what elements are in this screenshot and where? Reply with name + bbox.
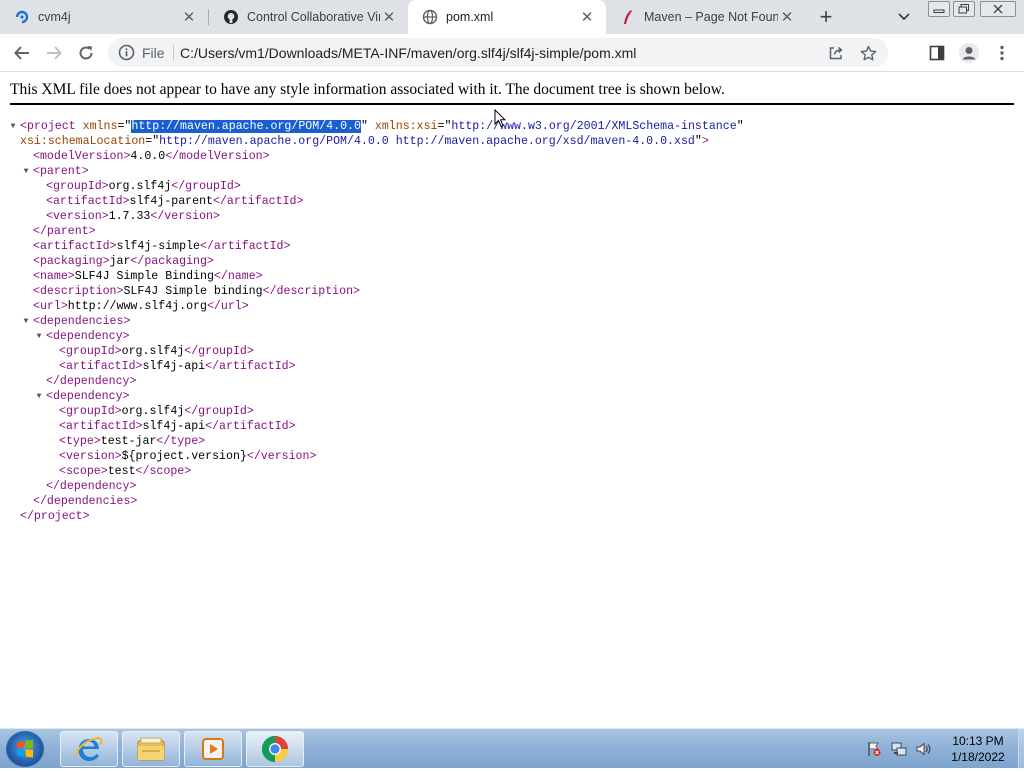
page-content: This XML file does not appear to have an… (0, 72, 1024, 728)
chrome-icon (261, 735, 289, 763)
tab-pom-xml[interactable]: pom.xml ✕ (408, 0, 606, 34)
xml-line: <dependency> (46, 390, 130, 403)
xml-line: <artifactId>slf4j-simple</artifactId> (33, 240, 291, 253)
network-icon[interactable] (891, 741, 907, 757)
collapse-triangle-icon[interactable]: ▼ (34, 329, 44, 344)
xml-line: <modelVersion>4.0.0</modelVersion> (33, 150, 270, 163)
mouse-cursor-icon (494, 109, 506, 128)
clock-date: 1/18/2022 (951, 750, 1005, 764)
tab-title: Maven – Page Not Found (644, 10, 778, 24)
xml-line: </dependency> (46, 480, 137, 493)
tab-cvm4j[interactable]: cvm4j ✕ (0, 0, 208, 34)
address-bar[interactable]: File C:/Users/vm1/Downloads/META-INF/mav… (108, 38, 888, 67)
more-menu-icon[interactable] (989, 40, 1015, 66)
xml-line: xsi:schemaLocation="http://maven.apache.… (20, 135, 709, 148)
xml-line: </parent> (33, 225, 96, 238)
xml-line: <groupId>org.slf4j</groupId> (59, 405, 254, 418)
profile-avatar-icon[interactable] (956, 40, 982, 66)
share-icon[interactable] (826, 43, 846, 63)
taskbar-file-explorer[interactable] (122, 731, 180, 767)
globe-favicon-icon (422, 9, 438, 25)
xml-line: <scope>test</scope> (59, 465, 192, 478)
xml-line: <groupId>org.slf4j</groupId> (46, 180, 241, 193)
side-panel-icon[interactable] (924, 40, 950, 66)
tab-strip: cvm4j ✕ Control Collaborative Vir ✕ pom.… (0, 0, 1024, 34)
scheme-label: File (142, 45, 165, 61)
restore-icon[interactable] (953, 1, 975, 17)
close-icon[interactable]: ✕ (180, 8, 198, 26)
show-desktop-button[interactable] (1018, 729, 1024, 769)
system-clock[interactable]: 10:13 PM 1/18/2022 (936, 733, 1020, 765)
start-button[interactable] (6, 731, 44, 767)
xml-line: </dependencies> (33, 495, 138, 508)
xml-line: <parent> (33, 165, 89, 178)
xml-line: <dependencies> (33, 315, 131, 328)
xml-line: <dependency> (46, 330, 130, 343)
xml-style-notice: This XML file does not appear to have an… (10, 81, 725, 98)
tab-title: pom.xml (446, 10, 494, 24)
collapse-triangle-icon[interactable]: ▼ (21, 314, 31, 329)
reload-icon[interactable] (73, 40, 99, 66)
divider (173, 45, 174, 61)
maven-feather-icon (620, 9, 636, 25)
xml-line: <packaging>jar</packaging> (33, 255, 214, 268)
xml-line: <url>http://www.slf4j.org</url> (33, 300, 249, 313)
tab-control-collaborative[interactable]: Control Collaborative Vir ✕ (209, 0, 408, 34)
action-center-flag-icon[interactable] (866, 741, 882, 757)
minimize-icon[interactable] (928, 1, 950, 17)
file-explorer-icon (137, 737, 165, 761)
close-icon[interactable]: ✕ (380, 8, 398, 26)
xml-line: <artifactId>slf4j-api</artifactId> (59, 420, 296, 433)
collapse-triangle-icon[interactable]: ▼ (8, 119, 18, 134)
tab-maven-not-found[interactable]: Maven – Page Not Found ✕ (606, 0, 806, 34)
xml-line: </dependency> (46, 375, 137, 388)
close-window-icon[interactable] (980, 1, 1016, 17)
info-icon[interactable] (118, 44, 135, 61)
xml-line: <description>SLF4J Simple binding</descr… (33, 285, 361, 298)
divider (10, 103, 1014, 105)
taskbar-chrome[interactable] (246, 731, 304, 767)
xml-line: <name>SLF4J Simple Binding</name> (33, 270, 263, 283)
github-favicon-icon (223, 9, 239, 25)
close-icon[interactable]: ✕ (578, 8, 596, 26)
xml-line: <artifactId>slf4j-parent</artifactId> (46, 195, 304, 208)
new-tab-icon[interactable]: + (814, 4, 838, 29)
collapse-triangle-icon[interactable]: ▼ (21, 164, 31, 179)
xml-line: <version>1.7.33</version> (46, 210, 220, 223)
clock-time: 10:13 PM (952, 734, 1004, 748)
back-arrow-icon[interactable] (9, 40, 35, 66)
taskbar-internet-explorer[interactable] (60, 731, 118, 767)
xml-line: </project> (20, 510, 90, 523)
xml-line: <type>test-jar</type> (59, 435, 206, 448)
tab-title: Control Collaborative Vir (247, 10, 380, 24)
xml-line: <groupId>org.slf4j</groupId> (59, 345, 254, 358)
media-player-icon (202, 738, 224, 760)
browser-toolbar: File C:/Users/vm1/Downloads/META-INF/mav… (0, 34, 1024, 72)
bookmark-star-icon[interactable] (858, 43, 878, 63)
cvm4j-favicon-icon (14, 9, 30, 25)
forward-arrow-icon[interactable] (41, 40, 67, 66)
taskbar-media-player[interactable] (184, 731, 242, 767)
selected-text: http://maven.apache.org/POM/4.0.0 (131, 120, 361, 133)
xml-line: <version>${project.version}</version> (59, 450, 317, 463)
xml-line: <project xmlns="http://maven.apache.org/… (20, 120, 744, 133)
internet-explorer-icon (75, 736, 103, 761)
xml-line: <artifactId>slf4j-api</artifactId> (59, 360, 296, 373)
close-icon[interactable]: ✕ (778, 8, 796, 26)
windows-logo-icon (17, 739, 33, 758)
tab-title: cvm4j (38, 10, 71, 24)
chevron-down-icon[interactable] (894, 7, 914, 27)
volume-icon[interactable] (915, 741, 931, 757)
windows-taskbar: 10:13 PM 1/18/2022 (0, 728, 1024, 769)
collapse-triangle-icon[interactable]: ▼ (34, 389, 44, 404)
url-text[interactable]: C:/Users/vm1/Downloads/META-INF/maven/or… (180, 45, 636, 61)
